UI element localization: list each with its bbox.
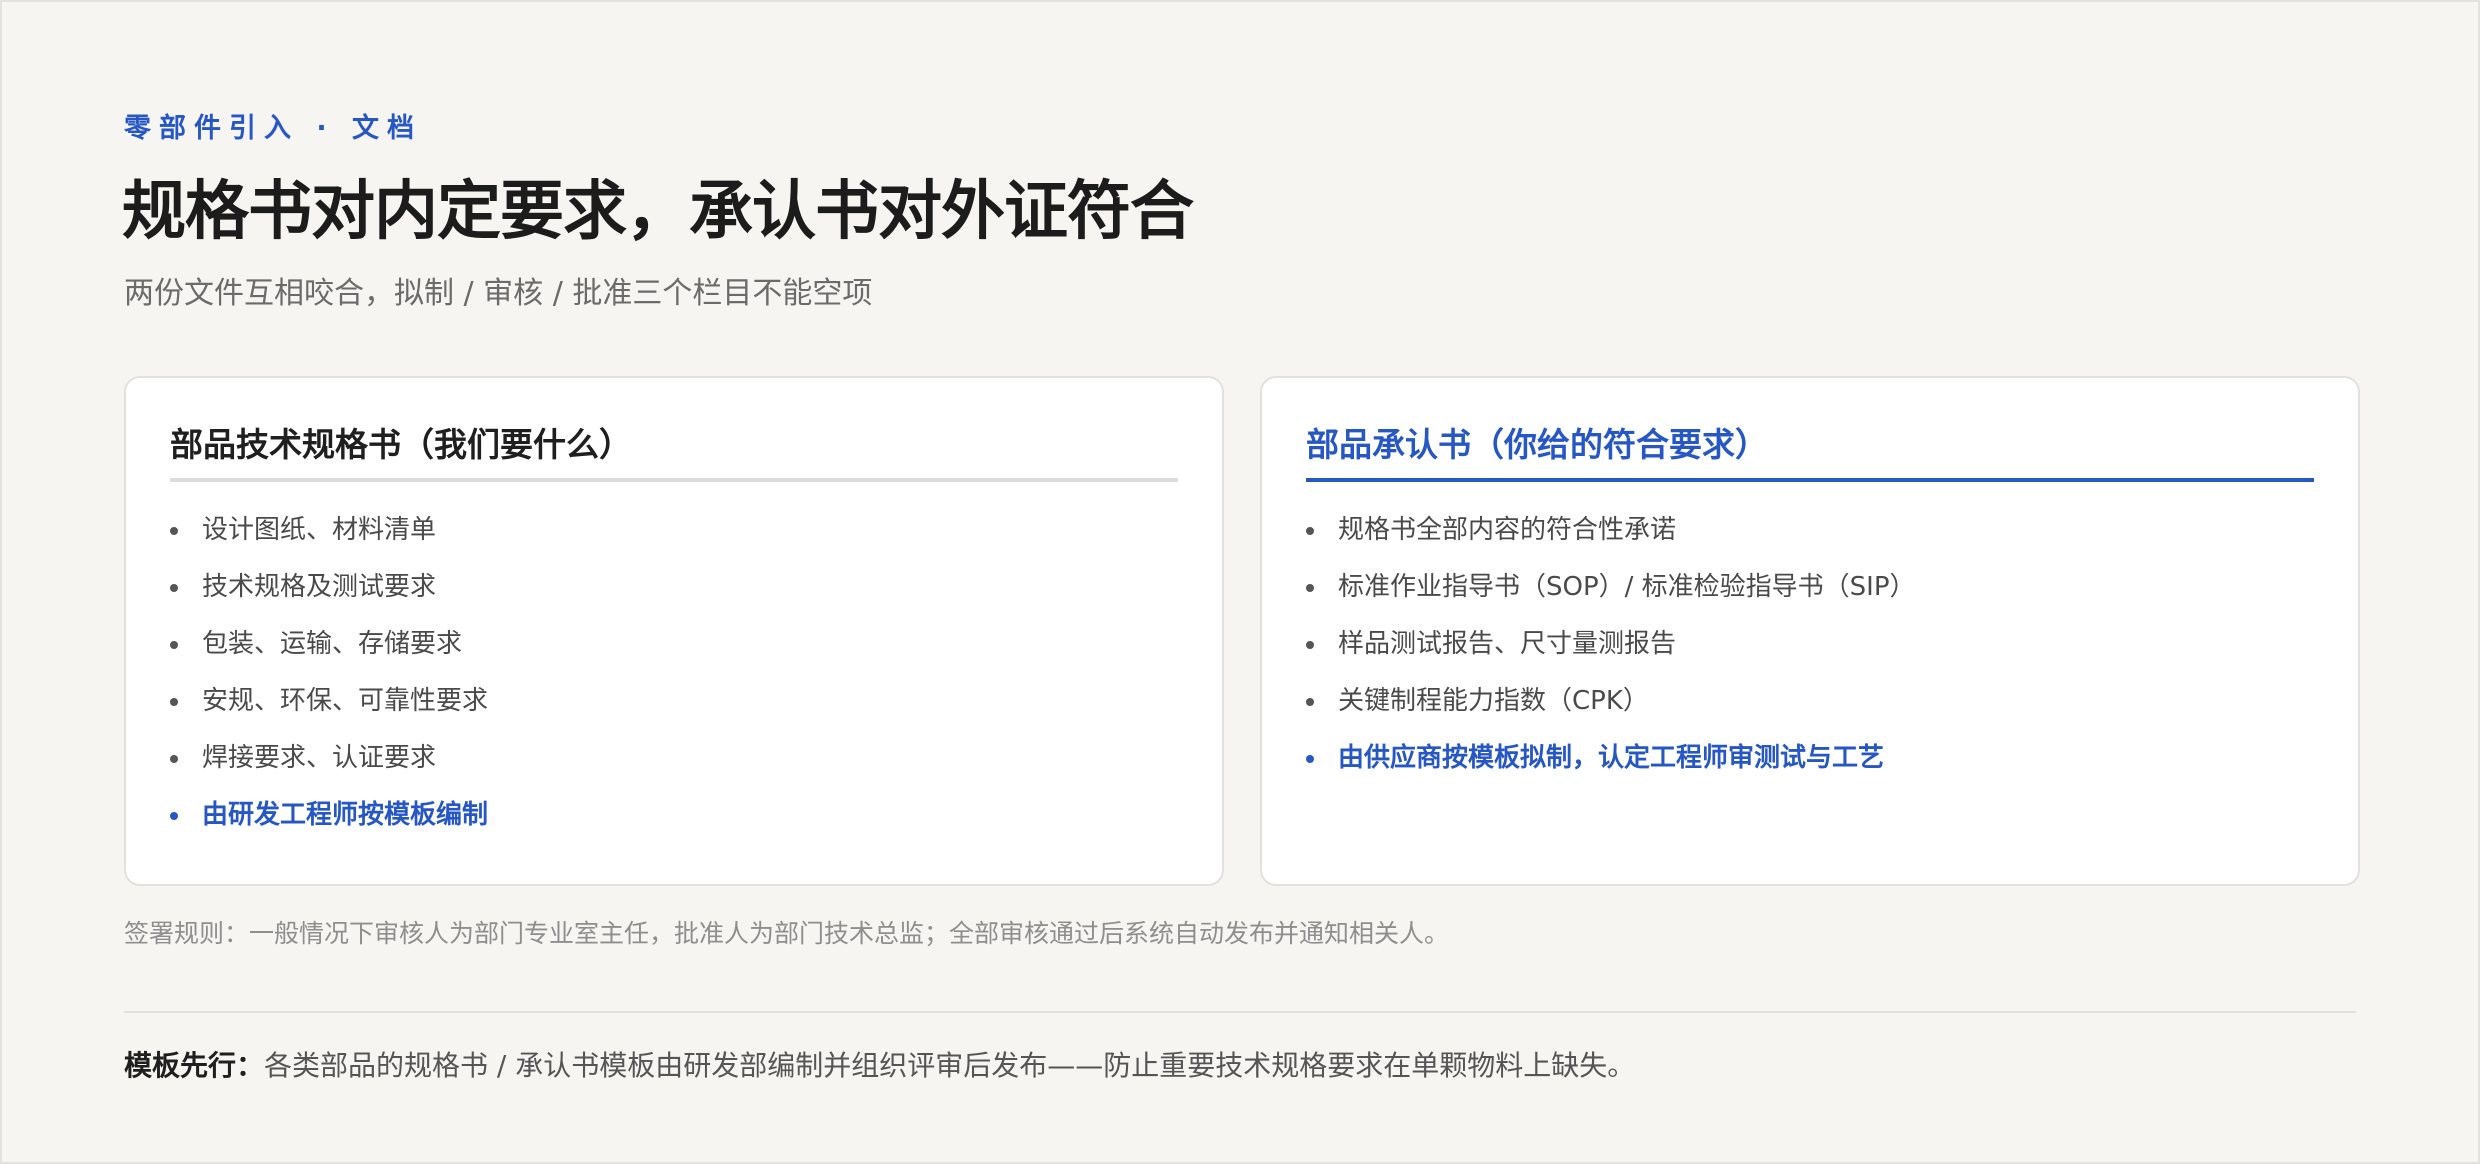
- bullet-icon: [170, 527, 178, 535]
- spec-card-list: 设计图纸、材料清单 技术规格及测试要求 包装、运输、存储要求 安规、环保、可靠性…: [170, 502, 488, 844]
- list-item: 包装、运输、存储要求: [170, 616, 488, 673]
- footnote-text: 各类部品的规格书 / 承认书模板由研发部编制并组织评审后发布——防止重要技术规格…: [264, 1049, 1636, 1082]
- bullet-icon: [170, 641, 178, 649]
- divider: [124, 1011, 2356, 1013]
- spec-card-title: 部品技术规格书（我们要什么）: [170, 425, 632, 464]
- list-item: 标准作业指导书（SOP）/ 标准检验指导书（SIP）: [1306, 559, 1916, 616]
- bullet-icon: [1306, 641, 1314, 649]
- bullet-icon: [1306, 527, 1314, 535]
- bullet-icon: [1306, 755, 1314, 763]
- spec-card: 部品技术规格书（我们要什么） 设计图纸、材料清单 技术规格及测试要求 包装、运输…: [124, 376, 1224, 886]
- list-item-text: 焊接要求、认证要求: [202, 743, 437, 773]
- bullet-icon: [1306, 584, 1314, 592]
- sign-rule-note: 签署规则：一般情况下审核人为部门专业室主任，批准人为部门技术总监；全部审核通过后…: [124, 919, 1450, 948]
- list-item-text: 包装、运输、存储要求: [202, 629, 463, 659]
- section-eyebrow: 零部件引入 · 文档: [124, 113, 423, 144]
- list-item-text: 由研发工程师按模板编制: [202, 800, 489, 830]
- list-item-text: 安规、环保、可靠性要求: [202, 686, 489, 716]
- list-item: 样品测试报告、尺寸量测报告: [1306, 616, 1916, 673]
- bullet-icon: [170, 698, 178, 706]
- page-title: 规格书对内定要求，承认书对外证符合: [122, 175, 1194, 249]
- list-item-highlight: 由供应商按模板拟制，认定工程师审测试与工艺: [1306, 730, 1916, 787]
- approval-card-title: 部品承认书（你给的符合要求）: [1306, 425, 1768, 464]
- list-item-text: 设计图纸、材料清单: [202, 515, 437, 545]
- list-item-text: 技术规格及测试要求: [202, 572, 437, 602]
- list-item-text: 关键制程能力指数（CPK）: [1338, 686, 1649, 716]
- footnote: 模板先行：各类部品的规格书 / 承认书模板由研发部编制并组织评审后发布——防止重…: [124, 1044, 1635, 1084]
- list-item: 安规、环保、可靠性要求: [170, 673, 488, 730]
- approval-card: 部品承认书（你给的符合要求） 规格书全部内容的符合性承诺 标准作业指导书（SOP…: [1260, 376, 2360, 886]
- approval-card-rule: [1306, 478, 2314, 482]
- list-item-text: 规格书全部内容的符合性承诺: [1338, 515, 1677, 545]
- list-item: 关键制程能力指数（CPK）: [1306, 673, 1916, 730]
- list-item-text: 标准作业指导书（SOP）/ 标准检验指导书（SIP）: [1338, 572, 1916, 602]
- list-item: 规格书全部内容的符合性承诺: [1306, 502, 1916, 559]
- list-item-text: 由供应商按模板拟制，认定工程师审测试与工艺: [1338, 743, 1885, 773]
- list-item: 焊接要求、认证要求: [170, 730, 488, 787]
- bullet-icon: [1306, 698, 1314, 706]
- spec-card-rule: [170, 478, 1178, 482]
- approval-card-list: 规格书全部内容的符合性承诺 标准作业指导书（SOP）/ 标准检验指导书（SIP）…: [1306, 502, 1916, 787]
- page: 零部件引入 · 文档 规格书对内定要求，承认书对外证符合 两份文件互相咬合，拟制…: [0, 0, 2480, 1164]
- bullet-icon: [170, 755, 178, 763]
- list-item: 技术规格及测试要求: [170, 559, 488, 616]
- bullet-icon: [170, 584, 178, 592]
- bullet-icon: [170, 812, 178, 820]
- page-subtitle: 两份文件互相咬合，拟制 / 审核 / 批准三个栏目不能空项: [124, 276, 873, 311]
- list-item: 设计图纸、材料清单: [170, 502, 488, 559]
- footnote-lead: 模板先行：: [124, 1049, 265, 1082]
- list-item-text: 样品测试报告、尺寸量测报告: [1338, 629, 1677, 659]
- list-item-highlight: 由研发工程师按模板编制: [170, 787, 488, 844]
